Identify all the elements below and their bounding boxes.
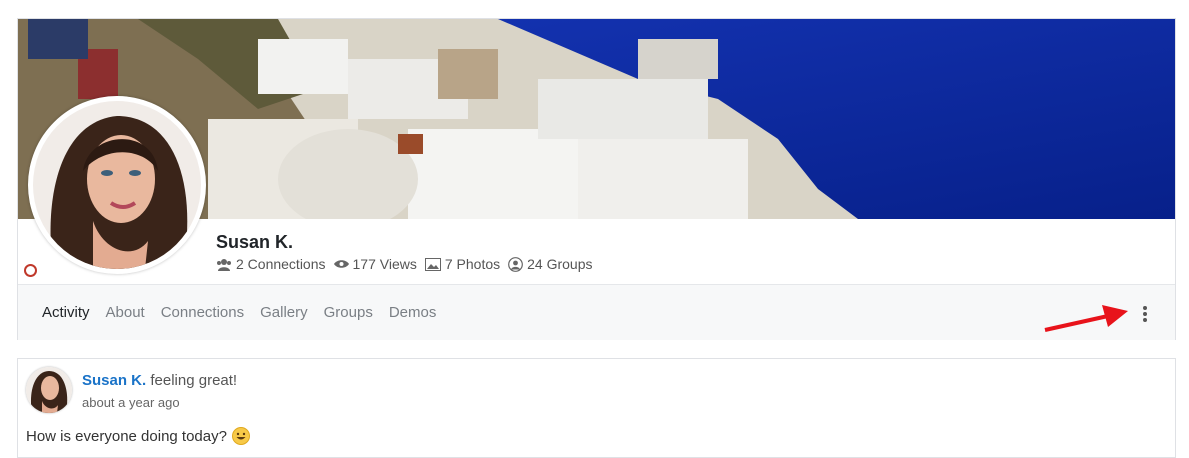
eye-icon <box>333 260 349 268</box>
profile-card: Susan K. 2 Connections 177 Views 7 Photo… <box>17 18 1176 340</box>
more-options-icon[interactable] <box>1140 305 1150 323</box>
tab-activity[interactable]: Activity <box>42 304 90 321</box>
connections-count: 2 Connections <box>236 256 326 272</box>
profile-avatar[interactable] <box>28 96 206 274</box>
user-circle-icon <box>508 256 524 272</box>
groups-count: 24 Groups <box>527 256 593 272</box>
online-status-indicator <box>24 264 37 277</box>
tab-groups[interactable]: Groups <box>324 304 373 321</box>
profile-name: Susan K. <box>216 232 294 252</box>
tab-connections[interactable]: Connections <box>161 304 244 321</box>
views-count: 177 Views <box>352 256 417 272</box>
post-text: How is everyone doing today? <box>26 427 227 445</box>
views-stat: 177 Views <box>333 256 417 272</box>
activity-post: Susan K. feeling great! about a year ago… <box>17 358 1176 458</box>
red-arrow-annotation <box>1044 305 1128 332</box>
groups-stat[interactable]: 24 Groups <box>508 256 593 272</box>
post-author-link[interactable]: Susan K. <box>82 372 146 389</box>
post-header: Susan K. feeling great! <box>82 372 237 389</box>
smile-emoji-icon <box>231 427 250 445</box>
photos-count: 7 Photos <box>444 256 501 272</box>
profile-tab-bar: Activity About Connections Gallery Group… <box>18 284 1175 340</box>
connections-stat[interactable]: 2 Connections <box>216 256 326 272</box>
post-timestamp[interactable]: about a year ago <box>82 395 180 410</box>
tab-gallery[interactable]: Gallery <box>260 304 308 321</box>
image-icon <box>424 257 441 271</box>
post-body: How is everyone doing today? <box>26 427 250 445</box>
tab-about[interactable]: About <box>106 304 145 321</box>
profile-stats: 2 Connections 177 Views 7 Photos 24 Grou… <box>216 256 601 272</box>
tab-demos[interactable]: Demos <box>389 304 437 321</box>
photos-stat[interactable]: 7 Photos <box>424 256 501 272</box>
users-icon <box>217 258 231 271</box>
post-action: feeling great! <box>150 372 238 389</box>
post-author-avatar[interactable] <box>26 367 72 413</box>
